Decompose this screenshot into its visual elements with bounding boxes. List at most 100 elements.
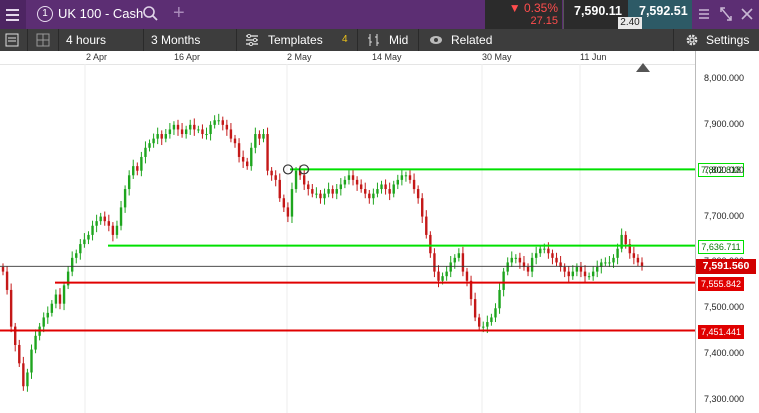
candle-body [148,143,151,148]
candle-body [172,124,176,130]
price-tick-label: 7,300.000 [704,394,745,404]
templates-button[interactable]: Templates [268,29,323,51]
plus-icon[interactable]: + [173,2,185,24]
candle-body [388,189,391,194]
candle-body [58,294,62,304]
candle-body [624,234,627,245]
related-button[interactable]: Related [451,29,492,51]
candle-body [502,271,505,290]
candle-body [339,184,343,190]
candle-body [636,257,640,263]
candle-body [461,253,465,272]
range-select[interactable]: 3 Months [151,29,200,51]
instrument-name[interactable]: UK 100 - Cash [58,6,143,21]
candle-body [465,271,469,281]
candle-body [307,184,310,190]
candle-body [315,193,318,195]
indicator-count-badge: 4 [342,34,348,45]
candle-body [526,267,530,272]
candle-body [343,179,347,185]
candle-body [551,253,554,258]
candle-body [184,129,188,135]
candle-body [319,193,322,199]
candle-body [258,134,261,139]
level-price-label[interactable]: 7,555.842 [698,276,744,291]
candle-body [221,120,224,125]
candle-body [510,257,513,263]
candle-body [42,317,45,327]
candle-body [359,184,363,190]
candle-body [176,124,180,130]
candle-body [79,244,82,254]
candle-body [270,170,273,176]
candle-body [437,271,440,281]
price-chart[interactable] [0,64,695,413]
timeframe-select[interactable]: 4 hours [66,29,106,51]
candle-body [416,189,420,199]
candlestick-icon[interactable] [367,34,381,46]
settings-button[interactable]: Settings [706,29,749,51]
candle-body [123,189,127,208]
level-price-label[interactable]: 7,451.441 [698,324,744,339]
hamburger-icon[interactable] [0,0,26,29]
candle-body [355,179,359,185]
candle-body [189,124,192,130]
candle-body [543,248,546,250]
candle-body [46,312,49,318]
spread-badge: 2.40 [618,17,642,29]
candle-body [14,326,17,345]
candle-body [18,344,21,364]
panel-toggle-icon[interactable] [5,33,19,47]
candle-body [87,234,90,240]
candle-body [193,124,196,130]
candle-body [498,289,501,309]
candle-body [575,267,579,272]
change-percent: ▼ 0.35% [508,1,558,15]
candle-body [160,134,163,139]
candle-body [486,322,489,327]
candle-body [241,156,245,162]
candle-body [453,257,456,263]
candle-body [217,120,220,122]
candle-body [278,179,281,199]
candle-body [115,225,119,235]
candle-body [457,253,461,258]
gear-icon[interactable] [685,33,699,47]
candle-body [119,207,123,226]
date-tick-label: 14 May [372,52,402,62]
templates-icon[interactable] [245,33,259,47]
close-icon[interactable] [740,6,754,22]
candle-body [103,216,106,222]
candle-body [429,234,432,254]
candle-body [400,175,404,180]
candle-body [530,257,534,272]
candle-body [5,271,9,290]
layout-grid-icon[interactable] [36,33,50,47]
instrument-header: 1 UK 100 - Cash + ▼ 0.35% 27.15 7,590.11… [0,0,759,29]
collapse-icon[interactable] [697,6,711,22]
candle-body [404,175,408,177]
level-price-label[interactable]: 7,636.711 [698,239,744,254]
candle-body [392,184,395,194]
eye-icon[interactable] [429,34,443,46]
candle-body [144,147,147,157]
candle-body [632,253,636,258]
buy-price: 7,592.51 [639,4,688,18]
candle-body [514,257,518,259]
expand-icon[interactable] [719,6,733,22]
candle-body [30,349,33,373]
chart-toolbar: 4 hours 3 Months Templates 4 Mid Related… [0,29,759,51]
price-tick-label: 7,700.000 [704,210,745,221]
candle-body [421,198,424,217]
candle-body [205,134,208,136]
search-icon[interactable] [142,4,160,24]
price-tick-label: 7,500.000 [704,302,745,313]
candle-body [156,134,159,139]
candle-body [587,276,591,278]
candle-body [331,189,334,194]
candle-body [70,257,74,272]
candle-body [168,129,172,135]
price-type-select[interactable]: Mid [389,29,408,51]
candle-body [563,267,566,272]
candle-body [229,129,233,139]
